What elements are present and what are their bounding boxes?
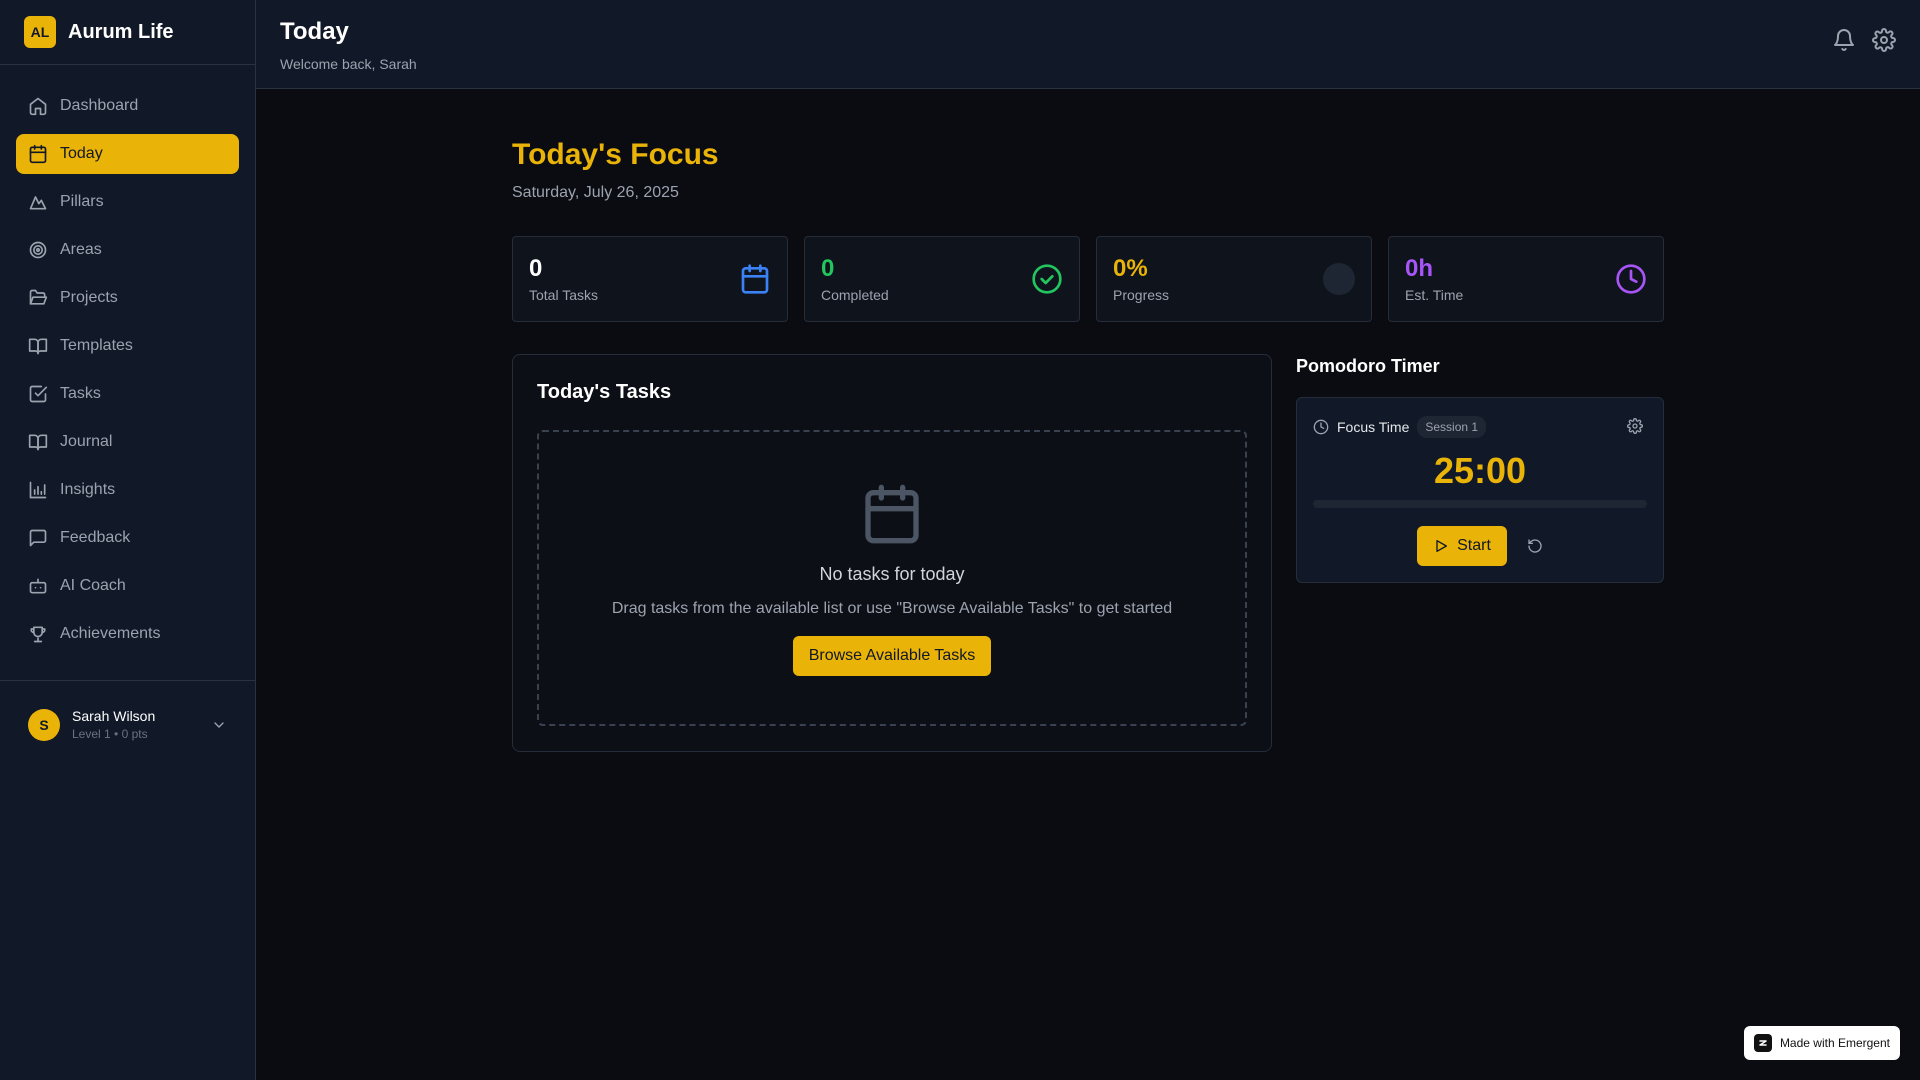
calendar-icon	[741, 264, 769, 294]
chevron-down-icon[interactable]	[211, 717, 227, 733]
mountain-icon	[29, 196, 47, 210]
progress-circle-icon	[1323, 263, 1355, 295]
home-icon	[29, 97, 47, 116]
session-badge: Session 1	[1417, 416, 1487, 438]
avatar: S	[28, 708, 60, 741]
browse-tasks-button[interactable]: Browse Available Tasks	[792, 636, 992, 676]
app-name: Aurum Life	[68, 20, 174, 43]
pomodoro-section: Pomodoro Timer Focus Time Session 1 25:0…	[1296, 354, 1664, 752]
check-square-icon	[29, 385, 48, 403]
sidebar-item-templates[interactable]: Templates	[16, 326, 239, 366]
clock-icon	[1313, 419, 1329, 435]
calendar-icon	[29, 144, 47, 164]
timer-progress-bar	[1313, 500, 1647, 508]
message-icon	[29, 529, 47, 547]
sidebar-item-label: Templates	[60, 337, 133, 354]
empty-state-description: Drag tasks from the available list or us…	[611, 600, 1173, 617]
sidebar-item-achievements[interactable]: Achievements	[16, 614, 239, 654]
sidebar-item-dashboard[interactable]: Dashboard	[16, 86, 239, 126]
stat-label: Completed	[821, 287, 889, 303]
stat-card-total-tasks: 0 Total Tasks	[512, 236, 788, 322]
folder-open-icon	[29, 289, 48, 305]
sidebar-item-label: Feedback	[60, 529, 131, 546]
book-icon	[28, 434, 48, 451]
gear-icon[interactable]	[1872, 28, 1896, 52]
sidebar-item-label: AI Coach	[60, 577, 126, 594]
book-open-icon	[28, 338, 48, 355]
sidebar-item-today[interactable]: Today	[16, 134, 239, 174]
stat-value: 0	[821, 255, 835, 282]
sidebar-item-label: Pillars	[60, 193, 104, 210]
sidebar-item-label: Insights	[60, 481, 116, 498]
sidebar-nav: Dashboard Today Pillars Areas Projects T…	[0, 65, 255, 654]
sidebar-item-label: Dashboard	[60, 97, 139, 114]
stat-label: Progress	[1113, 287, 1170, 303]
sidebar-item-label: Tasks	[60, 385, 101, 402]
badge-label: Made with Emergent	[1779, 1036, 1890, 1050]
timer-mode: Focus Time	[1337, 419, 1410, 435]
stat-label: Est. Time	[1405, 287, 1464, 303]
emergent-logo-icon	[1753, 1034, 1772, 1052]
target-icon	[29, 241, 47, 259]
reset-icon[interactable]	[1527, 538, 1543, 554]
sidebar-item-insights[interactable]: Insights	[16, 470, 239, 510]
stat-value: 0%	[1113, 255, 1148, 282]
pomodoro-card: Focus Time Session 1 25:00 Start	[1296, 397, 1664, 583]
sidebar-item-label: Areas	[60, 241, 102, 258]
sidebar-item-projects[interactable]: Projects	[16, 278, 239, 318]
bot-icon	[29, 578, 47, 594]
sidebar-item-label: Journal	[60, 433, 113, 450]
sidebar-item-feedback[interactable]: Feedback	[16, 518, 239, 558]
stat-card-progress: 0% Progress	[1096, 236, 1372, 322]
trophy-icon	[30, 626, 46, 643]
brand[interactable]: AL Aurum Life	[0, 0, 255, 65]
stats-row: 0 Total Tasks 0 Completed 0% Progress 0h…	[512, 236, 1664, 322]
timer-display: 25:00	[1433, 450, 1527, 491]
start-button[interactable]: Start	[1417, 526, 1507, 566]
stat-card-est-time: 0h Est. Time	[1388, 236, 1664, 322]
tasks-title: Today's Tasks	[537, 381, 672, 403]
stat-card-completed: 0 Completed	[804, 236, 1080, 322]
task-dropzone[interactable]: No tasks for today Drag tasks from the a…	[537, 430, 1247, 726]
sidebar-item-pillars[interactable]: Pillars	[16, 182, 239, 222]
sidebar-item-journal[interactable]: Journal	[16, 422, 239, 462]
stat-value: 0	[529, 255, 543, 282]
pomodoro-title: Pomodoro Timer	[1296, 356, 1440, 376]
focus-title: Today's Focus	[512, 138, 719, 171]
play-icon	[1436, 540, 1448, 552]
sidebar-item-ai-coach[interactable]: AI Coach	[16, 566, 239, 606]
sidebar: AL Aurum Life Dashboard Today Pillars Ar…	[0, 0, 256, 1080]
calendar-icon	[865, 484, 919, 544]
user-menu[interactable]: S Sarah Wilson Level 1 • 0 pts	[0, 680, 255, 768]
page-title: Today	[280, 18, 349, 45]
app-logo: AL	[24, 16, 56, 48]
welcome-text: Welcome back, Sarah	[280, 56, 417, 72]
sidebar-item-label: Today	[60, 145, 103, 162]
sidebar-item-label: Achievements	[60, 625, 161, 642]
top-header: Today Welcome back, Sarah	[256, 0, 1920, 89]
check-circle-icon	[1032, 264, 1062, 294]
todays-tasks-card: Today's Tasks No tasks for today Drag ta…	[512, 354, 1272, 752]
focus-date: Saturday, July 26, 2025	[512, 184, 679, 201]
clock-icon	[1616, 264, 1646, 294]
user-name: Sarah Wilson	[72, 708, 156, 724]
bar-chart-icon	[29, 481, 47, 499]
sidebar-item-areas[interactable]: Areas	[16, 230, 239, 270]
start-label: Start	[1457, 537, 1491, 554]
empty-state-title: No tasks for today	[819, 564, 965, 584]
gear-icon[interactable]	[1627, 418, 1643, 434]
user-level: Level 1 • 0 pts	[72, 727, 148, 741]
stat-label: Total Tasks	[529, 287, 598, 303]
sidebar-item-tasks[interactable]: Tasks	[16, 374, 239, 414]
stat-value: 0h	[1405, 255, 1434, 282]
made-with-emergent-badge[interactable]: Made with Emergent	[1743, 1026, 1900, 1060]
main-content: Today's Focus Saturday, July 26, 2025 0 …	[512, 138, 1664, 752]
sidebar-item-label: Projects	[60, 289, 118, 306]
bell-icon[interactable]	[1832, 28, 1856, 52]
